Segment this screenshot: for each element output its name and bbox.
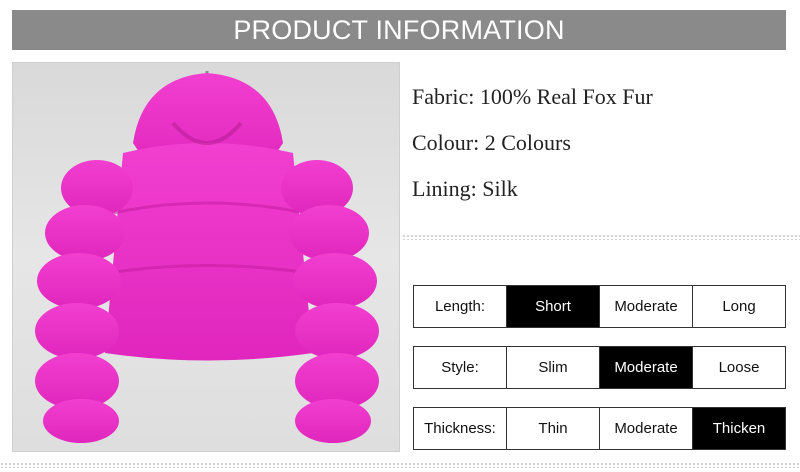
divider <box>0 462 800 468</box>
spec-label: Lining: <box>412 176 477 201</box>
style-option-loose: Loose <box>692 347 785 388</box>
fur-jacket-image <box>35 71 379 443</box>
spec-fabric: Fabric: 100% Real Fox Fur <box>412 80 653 126</box>
style-table: Style: Slim Moderate Loose <box>413 346 786 389</box>
product-info-header: PRODUCT INFORMATION <box>12 10 786 50</box>
spec-colour: Colour: 2 Colours <box>412 126 653 172</box>
spec-label: Colour: <box>412 130 480 155</box>
header-title: PRODUCT INFORMATION <box>233 14 565 45</box>
thickness-option-thin: Thin <box>506 408 599 449</box>
length-option-long: Long <box>692 286 785 327</box>
spec-label: Fabric: <box>412 84 475 109</box>
divider <box>402 234 800 240</box>
style-option-slim: Slim <box>506 347 599 388</box>
length-option-short: Short <box>506 286 599 327</box>
length-table: Length: Short Moderate Long <box>413 285 786 328</box>
spec-value: Silk <box>482 176 518 201</box>
style-option-moderate: Moderate <box>599 347 692 388</box>
length-option-moderate: Moderate <box>599 286 692 327</box>
spec-value: 2 Colours <box>484 130 571 155</box>
attr-label: Style: <box>414 347 506 388</box>
product-photo <box>12 62 400 452</box>
thickness-option-moderate: Moderate <box>599 408 692 449</box>
attr-label: Thickness: <box>414 408 506 449</box>
thickness-table: Thickness: Thin Moderate Thicken <box>413 407 786 450</box>
attr-label: Length: <box>414 286 506 327</box>
spec-value: 100% Real Fox Fur <box>479 84 653 109</box>
thickness-option-thicken: Thicken <box>692 408 785 449</box>
spec-lining: Lining: Silk <box>412 172 653 218</box>
spec-list: Fabric: 100% Real Fox Fur Colour: 2 Colo… <box>412 80 653 218</box>
